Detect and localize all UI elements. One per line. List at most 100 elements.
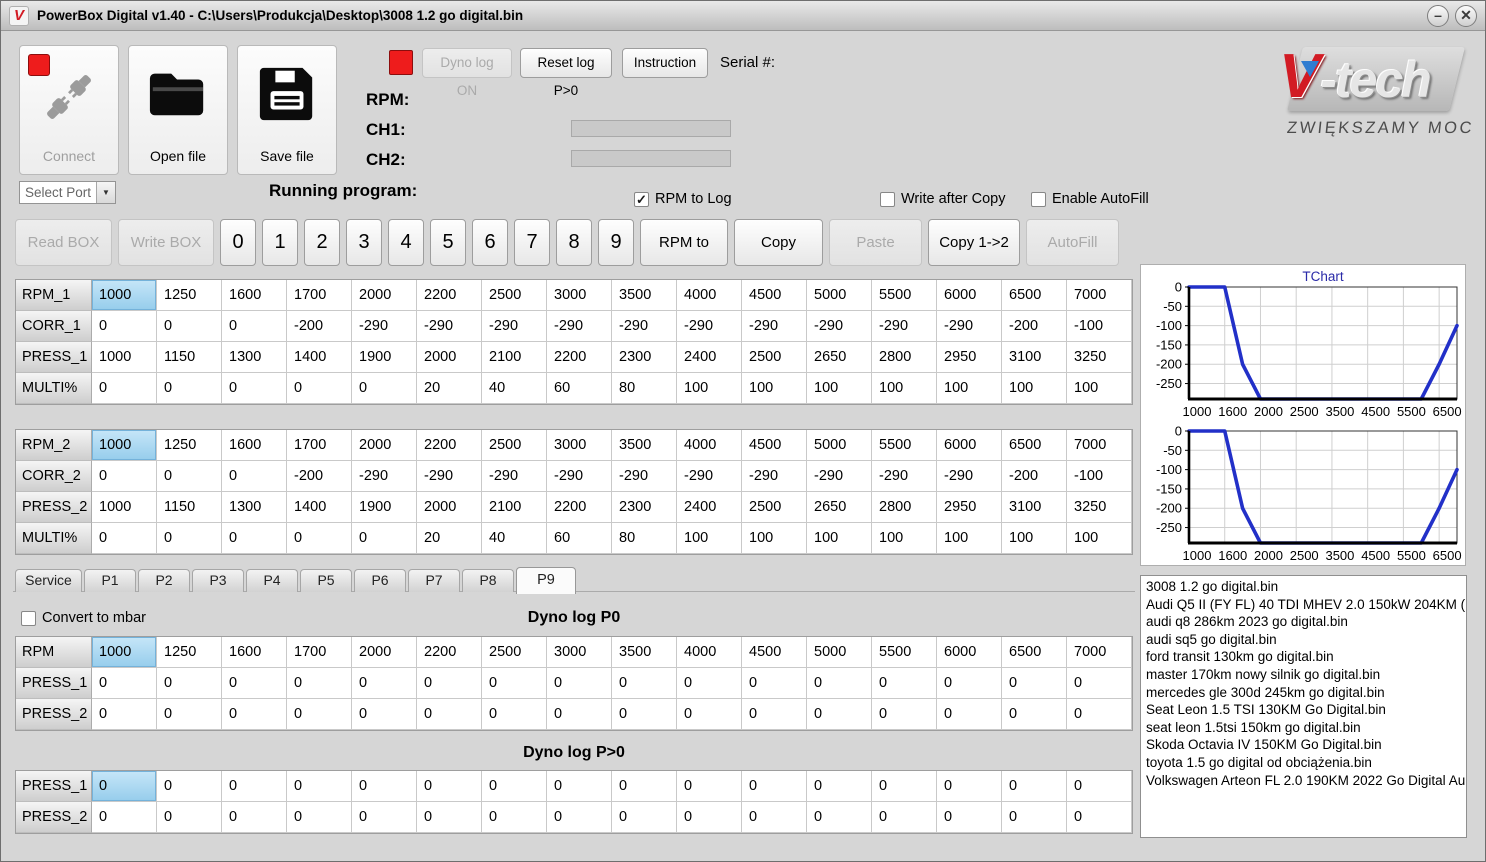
table-cell[interactable]: 0: [482, 771, 547, 802]
table-cell[interactable]: 6000: [937, 637, 1002, 668]
table-cell[interactable]: 2950: [937, 342, 1002, 373]
program-button-5[interactable]: 5: [430, 219, 466, 266]
table-cell[interactable]: 1600: [222, 637, 287, 668]
table-cell[interactable]: 1600: [222, 430, 287, 461]
table-cell[interactable]: 2500: [482, 430, 547, 461]
table-cell[interactable]: 0: [1067, 668, 1132, 699]
table-cell[interactable]: 4000: [677, 637, 742, 668]
table-cell[interactable]: 2650: [807, 492, 872, 523]
table-cell[interactable]: 0: [742, 771, 807, 802]
table-cell[interactable]: 100: [937, 523, 1002, 554]
file-list-item[interactable]: toyota 1.5 go digital od obciążenia.bin: [1146, 754, 1466, 772]
write-box-button[interactable]: Write BOX: [118, 219, 214, 266]
table-cell[interactable]: 2650: [807, 342, 872, 373]
table-cell[interactable]: 1000: [92, 430, 157, 461]
table-cell[interactable]: 60: [547, 373, 612, 404]
table-cell[interactable]: 3100: [1002, 342, 1067, 373]
table-cell[interactable]: 0: [222, 771, 287, 802]
file-list-item[interactable]: seat leon 1.5tsi 150km go digital.bin: [1146, 719, 1466, 737]
table-cell[interactable]: 0: [872, 699, 937, 730]
table-cell[interactable]: 0: [612, 668, 677, 699]
table-cell[interactable]: 4500: [742, 280, 807, 311]
table-cell[interactable]: -290: [742, 311, 807, 342]
table-cell[interactable]: -290: [547, 311, 612, 342]
file-list-item[interactable]: master 170km nowy silnik go digital.bin: [1146, 666, 1466, 684]
table-cell[interactable]: 2200: [417, 430, 482, 461]
read-box-button[interactable]: Read BOX: [15, 219, 112, 266]
open-file-button[interactable]: Open file: [128, 45, 228, 175]
table-cell[interactable]: 2800: [872, 342, 937, 373]
table-cell[interactable]: 0: [872, 771, 937, 802]
table-cell[interactable]: 0: [742, 802, 807, 833]
table-cell[interactable]: 0: [547, 771, 612, 802]
table-cell[interactable]: 0: [1002, 771, 1067, 802]
table-cell[interactable]: -100: [1067, 311, 1132, 342]
table-cell[interactable]: 40: [482, 373, 547, 404]
table-cell[interactable]: 6000: [937, 430, 1002, 461]
table-cell[interactable]: -290: [352, 311, 417, 342]
table-cell[interactable]: 0: [157, 771, 222, 802]
tab-p1[interactable]: P1: [84, 569, 136, 592]
table-cell[interactable]: 3500: [612, 637, 677, 668]
program-button-2[interactable]: 2: [304, 219, 340, 266]
table-cell[interactable]: 6000: [937, 280, 1002, 311]
table-cell[interactable]: 100: [742, 373, 807, 404]
table-cell[interactable]: 0: [352, 771, 417, 802]
table-cell[interactable]: 7000: [1067, 637, 1132, 668]
table-cell[interactable]: 100: [1067, 523, 1132, 554]
instruction-button[interactable]: Instruction: [622, 48, 708, 78]
table-cell[interactable]: 80: [612, 373, 677, 404]
table-cell[interactable]: 0: [352, 699, 417, 730]
table-cell[interactable]: 0: [92, 668, 157, 699]
table-cell[interactable]: 1600: [222, 280, 287, 311]
table-cell[interactable]: 2000: [352, 280, 417, 311]
table-cell[interactable]: 5000: [807, 280, 872, 311]
table-cell[interactable]: 1000: [92, 280, 157, 311]
table-cell[interactable]: 1900: [352, 492, 417, 523]
table-cell[interactable]: 0: [352, 523, 417, 554]
table-cell[interactable]: 6500: [1002, 637, 1067, 668]
table-cell[interactable]: 1250: [157, 637, 222, 668]
tab-p8[interactable]: P8: [462, 569, 514, 592]
tab-p7[interactable]: P7: [408, 569, 460, 592]
table-cell[interactable]: 2500: [482, 637, 547, 668]
table-cell[interactable]: 0: [222, 802, 287, 833]
table-cell[interactable]: 0: [872, 668, 937, 699]
table-cell[interactable]: -290: [417, 461, 482, 492]
table-cell[interactable]: -290: [807, 461, 872, 492]
table-cell[interactable]: 0: [547, 699, 612, 730]
table-cell[interactable]: 3250: [1067, 342, 1132, 373]
table-cell[interactable]: 1250: [157, 280, 222, 311]
table-cell[interactable]: 0: [547, 668, 612, 699]
table-cell[interactable]: -200: [1002, 311, 1067, 342]
table-cell[interactable]: 1000: [92, 637, 157, 668]
file-list-item[interactable]: 3008 1.2 go digital.bin: [1146, 578, 1466, 596]
table-cell[interactable]: 0: [1002, 699, 1067, 730]
table-cell[interactable]: -290: [612, 311, 677, 342]
table-cell[interactable]: 0: [547, 802, 612, 833]
table-cell[interactable]: 1300: [222, 342, 287, 373]
table-cell[interactable]: -290: [677, 461, 742, 492]
table-cell[interactable]: 5000: [807, 430, 872, 461]
table-cell[interactable]: 0: [287, 771, 352, 802]
table-cell[interactable]: -290: [547, 461, 612, 492]
table-cell[interactable]: 2000: [417, 342, 482, 373]
table-cell[interactable]: 100: [807, 523, 872, 554]
table-cell[interactable]: 0: [352, 668, 417, 699]
table-cell[interactable]: 1150: [157, 492, 222, 523]
autofill-button[interactable]: AutoFill: [1026, 219, 1119, 266]
table-cell[interactable]: 2950: [937, 492, 1002, 523]
table-cell[interactable]: 1000: [92, 492, 157, 523]
table-cell[interactable]: 6500: [1002, 280, 1067, 311]
program-button-6[interactable]: 6: [472, 219, 508, 266]
table-cell[interactable]: 0: [612, 802, 677, 833]
tab-p6[interactable]: P6: [354, 569, 406, 592]
table-cell[interactable]: 4000: [677, 280, 742, 311]
table-cell[interactable]: -290: [742, 461, 807, 492]
table-cell[interactable]: 0: [1067, 802, 1132, 833]
program-button-9[interactable]: 9: [598, 219, 634, 266]
program-button-3[interactable]: 3: [346, 219, 382, 266]
table-cell[interactable]: 2500: [482, 280, 547, 311]
table-cell[interactable]: -200: [1002, 461, 1067, 492]
table-cell[interactable]: 0: [92, 523, 157, 554]
